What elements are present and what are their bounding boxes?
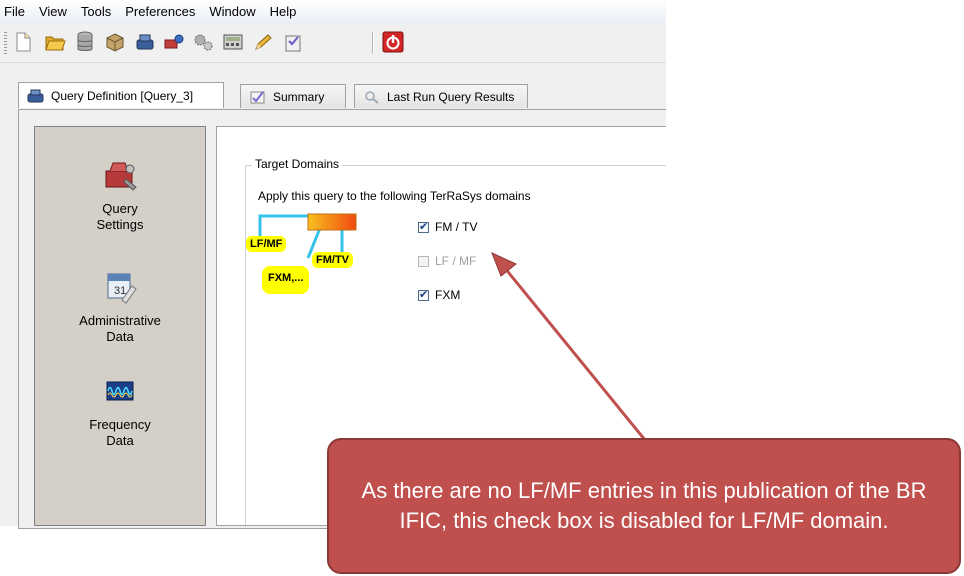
annotation-callout: As there are no LF/MF entries in this pu… bbox=[327, 438, 961, 574]
callout-text: As there are no LF/MF entries in this pu… bbox=[361, 478, 927, 533]
